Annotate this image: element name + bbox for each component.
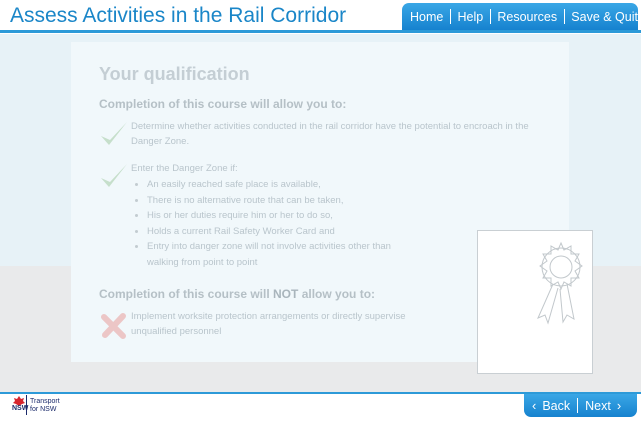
top-navigation: Home Help Resources Save & Quit [402,3,638,30]
page-navigation: ‹ Back Next › [524,394,637,417]
header-bar: Assess Activities in the Rail Corridor H… [0,0,641,34]
not-allow-heading-emphasis: NOT [273,287,299,301]
qualification-heading: Your qualification [99,64,250,84]
certificate-card [477,230,593,374]
allow-item-text: Determine whether activities conducted i… [131,121,529,147]
back-label: Back [542,398,571,413]
not-allow-item: Implement worksite protection arrangemen… [99,309,429,339]
logo-wordmark: Transport for NSW [30,398,60,414]
logo-divider [26,395,27,415]
back-button[interactable]: ‹ Back [532,398,570,413]
header-divider [0,30,641,33]
transport-nsw-logo: NSW Transport for NSW [12,395,82,417]
check-icon [101,122,127,145]
next-label: Next [585,398,611,413]
content-stage: Your qualification Completion of this co… [0,34,641,392]
footer-bar: NSW Transport for NSW ‹ Back Next › [0,392,641,422]
chevron-right-icon: › [616,398,622,413]
condition-item: Entry into danger zone will not involve … [131,239,421,270]
allow-item: Determine whether activities conducted i… [99,119,559,149]
save-quit-link[interactable]: Save & Quit [571,10,638,24]
condition-item: His or her duties require him or her to … [131,208,559,224]
help-link[interactable]: Help [458,10,484,24]
cross-icon [101,313,126,339]
not-allow-heading-prefix: Completion of this course will [99,287,274,301]
next-button[interactable]: Next › [585,398,621,413]
condition-item: There is no alternative route that can b… [131,193,559,209]
logo-text-line1: Transport [30,398,60,405]
check-icon [101,164,127,187]
not-allow-item-text: Implement worksite protection arrangemen… [131,311,406,337]
resources-link[interactable]: Resources [497,10,557,24]
allow-heading: Completion of this course will allow you… [99,97,347,111]
not-allow-heading-suffix: allow you to: [298,287,376,301]
condition-item: An easily reached safe place is availabl… [131,177,559,193]
chevron-left-icon: ‹ [532,398,537,413]
nav-separator [577,398,579,413]
course-title: Assess Activities in the Rail Corridor [10,4,347,27]
home-link[interactable]: Home [410,10,443,24]
certificate-rosette-icon [537,241,583,325]
allow-item-intro: Enter the Danger Zone if: [131,163,238,174]
logo-text-line2: for NSW [30,406,57,413]
